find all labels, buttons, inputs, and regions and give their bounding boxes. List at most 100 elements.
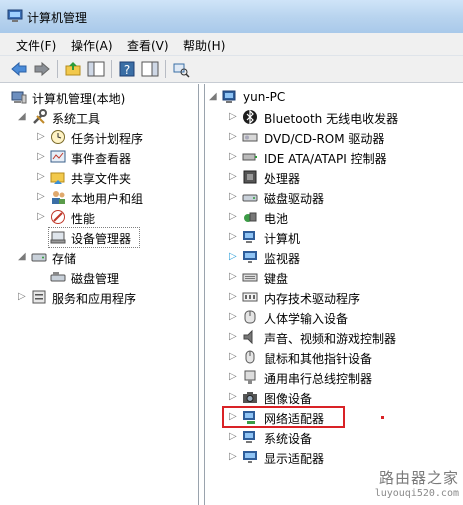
expand-arrow-icon[interactable]: ▷ <box>229 251 239 263</box>
toolbar-separator <box>111 60 112 78</box>
device-category-row[interactable]: ▷ 系统设备 <box>205 427 463 447</box>
collapsed-arrow-icon[interactable]: ▷ <box>229 391 239 403</box>
device-scan-icon[interactable] <box>172 60 190 78</box>
toolbar-separator <box>57 60 58 78</box>
menu-help[interactable]: 帮助(H) <box>183 37 225 54</box>
collapsed-arrow-icon[interactable]: ▷ <box>37 171 47 183</box>
storage-icon <box>31 253 47 262</box>
device-category-row[interactable]: ▷ IDE ATA/ATAPI 控制器 <box>205 147 463 167</box>
collapsed-arrow-icon[interactable]: ▷ <box>229 171 239 183</box>
device-category-row[interactable]: ▷ 显示适配器 <box>205 447 463 467</box>
collapsed-arrow-icon[interactable]: ▷ <box>229 191 239 203</box>
collapsed-arrow-icon[interactable]: ▷ <box>229 211 239 223</box>
collapsed-arrow-icon[interactable]: ▷ <box>229 231 239 243</box>
collapsed-arrow-icon[interactable]: ▷ <box>229 431 239 443</box>
window-title: 计算机管理 <box>27 11 88 25</box>
tree-node-storage[interactable]: ◢ 存储 <box>0 247 198 267</box>
tree-node-task-scheduler[interactable]: ▷ 任务计划程序 <box>0 127 198 147</box>
network-adapter-highlight-box <box>222 406 345 428</box>
collapsed-arrow-icon[interactable]: ▷ <box>229 111 239 123</box>
device-tree-pane[interactable]: ◢ yun-PC ▷ Bluetooth 无线电收发器 ▷ DVD/CD-ROM… <box>204 84 463 505</box>
collapsed-arrow-icon[interactable]: ▷ <box>229 351 239 363</box>
tree-node-disk-management[interactable]: 磁盘管理 <box>0 267 198 287</box>
tree-node-shared-folders[interactable]: ▷ 共享文件夹 <box>0 167 198 187</box>
sound-icon <box>243 329 253 345</box>
menu-file[interactable]: 文件(F) <box>16 37 56 54</box>
tree-node-computer-management[interactable]: 计算机管理(本地) <box>0 87 198 107</box>
camera-icon <box>243 392 257 403</box>
computer-icon <box>222 90 236 103</box>
device-category-row[interactable]: ▷ 声音、视频和游戏控制器 <box>205 327 463 347</box>
hid-icon <box>244 310 256 324</box>
up-folder-icon[interactable] <box>64 60 82 78</box>
computer-management-icon <box>7 9 23 22</box>
device-tree-root[interactable]: ◢ yun-PC <box>205 87 463 107</box>
toolbar-separator <box>165 60 166 78</box>
device-category-row[interactable]: ▷ DVD/CD-ROM 驱动器 <box>205 127 463 147</box>
device-manager-icon <box>50 231 66 244</box>
device-category-row[interactable]: ▷ 键盘 <box>205 267 463 287</box>
expand-arrow-icon[interactable]: ◢ <box>18 111 28 123</box>
users-icon <box>52 191 65 204</box>
disk-drive-icon <box>242 194 258 202</box>
collapsed-arrow-icon[interactable]: ▷ <box>229 131 239 143</box>
show-hide-tree-icon[interactable] <box>87 60 105 78</box>
collapsed-arrow-icon[interactable]: ▷ <box>229 151 239 163</box>
tree-node-services-applications[interactable]: ▷ 服务和应用程序 <box>0 287 198 307</box>
disk-management-icon <box>50 272 66 282</box>
collapsed-arrow-icon[interactable]: ▷ <box>37 211 47 223</box>
clock-icon <box>51 130 65 144</box>
display-adapter-icon <box>243 451 257 463</box>
expand-arrow-icon[interactable]: ◢ <box>209 91 219 103</box>
forward-arrow-icon[interactable] <box>33 60 51 78</box>
collapsed-arrow-icon[interactable]: ▷ <box>229 311 239 323</box>
left-tree-pane[interactable]: 计算机管理(本地) ◢ 系统工具 ▷ 任务计划程序 ▷ 事件查看器 ▷ 共享文件… <box>0 84 199 505</box>
help-icon[interactable]: ? <box>118 60 136 78</box>
tree-node-local-users-groups[interactable]: ▷ 本地用户和组 <box>0 187 198 207</box>
device-category-row[interactable]: ▷ 磁盘驱动器 <box>205 187 463 207</box>
tree-node-device-manager[interactable]: 设备管理器 <box>0 227 198 248</box>
battery-icon <box>244 212 257 222</box>
menu-view[interactable]: 查看(V) <box>127 37 169 54</box>
menu-bar: 文件(F) 操作(A) 查看(V) 帮助(H) <box>0 33 463 56</box>
collapsed-arrow-icon[interactable]: ▷ <box>229 331 239 343</box>
collapsed-arrow-icon[interactable]: ▷ <box>37 191 47 203</box>
device-category-row[interactable]: ▷ 内存技术驱动程序 <box>205 287 463 307</box>
mouse-icon <box>245 350 255 364</box>
device-category-row[interactable]: ▷ 监视器 <box>205 247 463 267</box>
memory-icon <box>242 292 258 302</box>
device-category-row[interactable]: ▷ 通用串行总线控制器 <box>205 367 463 387</box>
device-category-row[interactable]: ▷ 电池 <box>205 207 463 227</box>
collapsed-arrow-icon[interactable]: ▷ <box>229 291 239 303</box>
collapsed-arrow-icon[interactable]: ▷ <box>229 271 239 283</box>
device-category-row[interactable]: ▷ 人体学输入设备 <box>205 307 463 327</box>
device-category-row[interactable]: ▷ 处理器 <box>205 167 463 187</box>
collapsed-arrow-icon[interactable]: ▷ <box>18 291 28 303</box>
device-category-row[interactable]: ▷ 鼠标和其他指针设备 <box>205 347 463 367</box>
device-category-row[interactable]: ▷ 图像设备 <box>205 387 463 407</box>
tools-icon <box>33 109 47 124</box>
expand-arrow-icon[interactable]: ◢ <box>18 251 28 263</box>
performance-icon <box>51 210 65 224</box>
ide-controller-icon <box>242 153 257 161</box>
device-category-row[interactable]: ▷ Bluetooth 无线电收发器 <box>205 107 463 127</box>
device-category-row[interactable]: ▷ 计算机 <box>205 227 463 247</box>
dvd-drive-icon <box>242 133 258 142</box>
computer-icon <box>243 231 255 243</box>
collapsed-arrow-icon[interactable]: ▷ <box>37 151 47 163</box>
tree-node-event-viewer[interactable]: ▷ 事件查看器 <box>0 147 198 167</box>
tree-node-system-tools[interactable]: ◢ 系统工具 <box>0 107 198 127</box>
menu-action[interactable]: 操作(A) <box>71 37 113 54</box>
collapsed-arrow-icon[interactable]: ▷ <box>229 371 239 383</box>
back-arrow-icon[interactable] <box>10 60 28 78</box>
tree-node-performance[interactable]: ▷ 性能 <box>0 207 198 227</box>
title-bar: 计算机管理 <box>0 0 463 33</box>
action-pane-icon[interactable] <box>141 60 159 78</box>
svg-text:?: ? <box>124 63 130 77</box>
processor-icon <box>243 170 257 184</box>
collapsed-arrow-icon[interactable]: ▷ <box>37 131 47 143</box>
collapsed-arrow-icon[interactable]: ▷ <box>229 451 239 463</box>
annotation-dot <box>381 416 384 419</box>
shared-folder-icon <box>50 172 65 184</box>
system-devices-icon <box>243 431 255 443</box>
